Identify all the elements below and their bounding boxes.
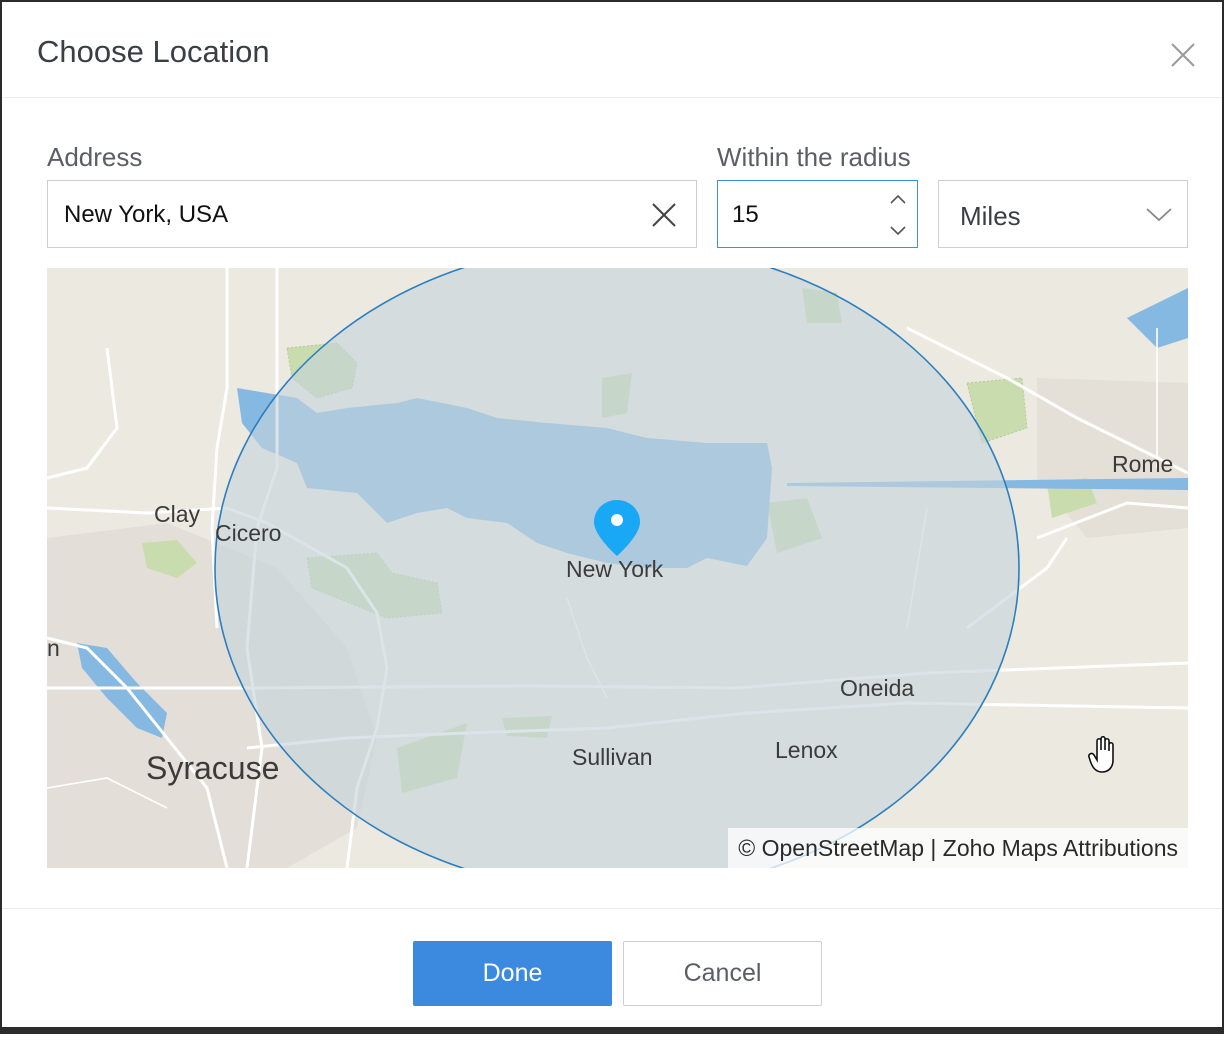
map-label-partial: n — [47, 635, 60, 661]
map-attribution: © OpenStreetMap | Zoho Maps Attributions — [728, 828, 1188, 868]
map-label-clay: Clay — [154, 501, 201, 527]
dialog-header: Choose Location — [2, 2, 1222, 98]
map-label-cicero: Cicero — [215, 520, 282, 546]
map-label-sullivan: Sullivan — [572, 744, 653, 770]
cancel-button[interactable]: Cancel — [623, 941, 822, 1006]
dialog-title: Choose Location — [37, 34, 270, 69]
radius-input[interactable] — [730, 181, 874, 249]
choose-location-dialog: Choose Location Address Within the radiu… — [0, 0, 1224, 1034]
radius-increment-button[interactable] — [887, 189, 909, 211]
unit-selected-value: Miles — [960, 201, 1021, 231]
chevron-up-icon — [890, 194, 906, 204]
map-view[interactable]: Rome Clay Cicero n Oneida Sullivan Lenox… — [47, 268, 1188, 868]
map-label-rome: Rome — [1112, 451, 1174, 477]
location-marker[interactable] — [592, 498, 642, 558]
map-label-oneida: Oneida — [840, 675, 915, 701]
attribution-separator: | — [924, 835, 943, 861]
map-pin-icon — [594, 500, 640, 556]
map-marker-label: New York — [566, 556, 664, 582]
clear-address-button[interactable] — [650, 201, 678, 229]
map-label-syracuse: Syracuse — [146, 750, 280, 786]
address-field[interactable] — [47, 180, 697, 249]
address-input[interactable] — [62, 181, 626, 249]
close-icon — [1171, 43, 1195, 67]
radius-field[interactable] — [717, 180, 918, 249]
address-label: Address — [47, 142, 143, 172]
radius-decrement-button[interactable] — [887, 219, 909, 241]
zoho-attribution-link[interactable]: Zoho Maps Attributions — [943, 835, 1178, 861]
openstreetmap-link[interactable]: OpenStreetMap — [762, 835, 924, 861]
chevron-down-icon — [890, 226, 906, 236]
done-button[interactable]: Done — [413, 941, 612, 1006]
attribution-prefix: © — [738, 835, 762, 861]
clear-icon — [652, 203, 676, 227]
unit-select[interactable]: Miles — [938, 180, 1188, 248]
chevron-down-icon — [1146, 208, 1172, 222]
close-button[interactable] — [1166, 38, 1200, 72]
radius-label: Within the radius — [717, 142, 911, 172]
footer-divider — [2, 908, 1222, 909]
map-label-lenox: Lenox — [775, 737, 838, 763]
hand-cursor-icon — [1088, 736, 1114, 773]
